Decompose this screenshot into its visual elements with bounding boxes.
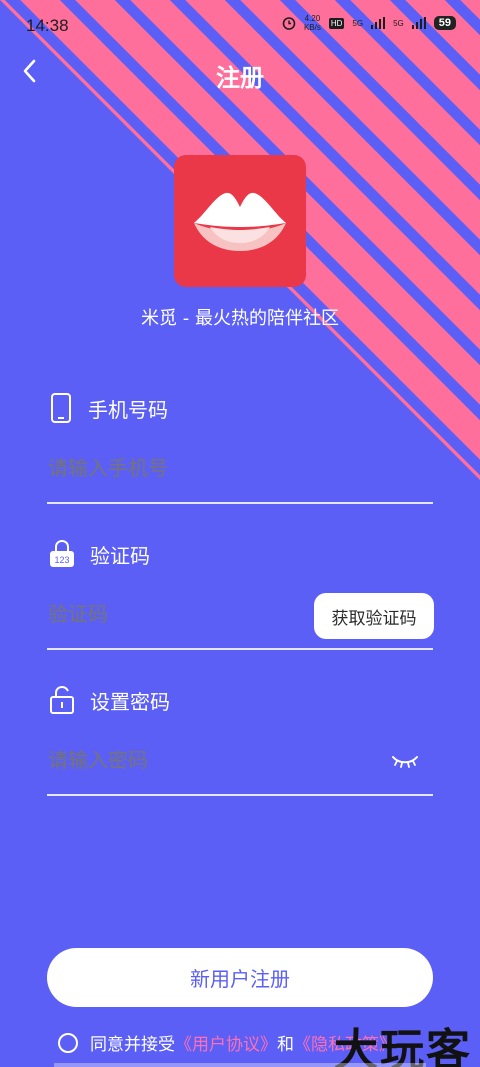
agreement-and: 和 xyxy=(277,1035,294,1055)
app-logo xyxy=(174,155,306,287)
phone-input[interactable] xyxy=(48,456,433,480)
signal-icon xyxy=(411,17,426,29)
agree-checkbox[interactable] xyxy=(58,1032,78,1053)
phone-label-row: 手机号码 xyxy=(48,392,168,424)
keypad-lock-icon: 123 xyxy=(50,539,74,567)
page-title: 注册 xyxy=(216,64,264,92)
signal-icon xyxy=(371,17,386,29)
svg-text:123: 123 xyxy=(54,555,69,565)
password-label: 设置密码 xyxy=(90,689,170,714)
net-speed-value: 4.20 xyxy=(304,14,321,23)
code-label: 验证码 xyxy=(90,543,150,568)
code-label-row: 123 验证码 xyxy=(48,538,150,570)
status-bar: 14:38 4.20 KB/s HD 5G 5G 59 xyxy=(0,0,480,50)
password-input[interactable] xyxy=(48,748,378,772)
hd-badge: HD xyxy=(328,17,345,29)
alarm-icon xyxy=(282,17,296,30)
battery-indicator: 59 xyxy=(433,16,456,30)
unlock-icon xyxy=(50,685,74,714)
status-time: 14:38 xyxy=(26,16,69,35)
phone-underline xyxy=(47,502,433,504)
user-agreement-link[interactable]: 《用户协议》 xyxy=(175,1030,277,1055)
code-input[interactable] xyxy=(48,602,298,626)
lips-logo-icon xyxy=(194,192,286,251)
register-button[interactable]: 新用户注册 xyxy=(47,948,433,1007)
phone-label: 手机号码 xyxy=(88,397,168,422)
password-underline xyxy=(47,794,433,796)
code-underline xyxy=(47,648,433,650)
net-speed-unit: KB/s xyxy=(303,23,321,32)
home-indicator xyxy=(54,1063,426,1067)
get-code-button[interactable]: 获取验证码 xyxy=(314,593,434,639)
signal-label-1: 5G xyxy=(352,18,364,28)
eye-closed-icon[interactable] xyxy=(390,752,420,770)
watermark: 大玩客 xyxy=(334,1025,472,1067)
agreement-prefix: 同意并接受 xyxy=(90,1035,175,1055)
status-icons: 4.20 KB/s HD 5G 5G 59 xyxy=(282,14,456,32)
net-speed: 4.20 KB/s xyxy=(304,14,321,32)
signal-label-2: 5G xyxy=(393,18,404,28)
password-label-row: 设置密码 xyxy=(48,684,170,716)
app-tagline: 米觅 - 最火热的陪伴社区 xyxy=(141,308,339,329)
phone-icon xyxy=(51,393,71,423)
